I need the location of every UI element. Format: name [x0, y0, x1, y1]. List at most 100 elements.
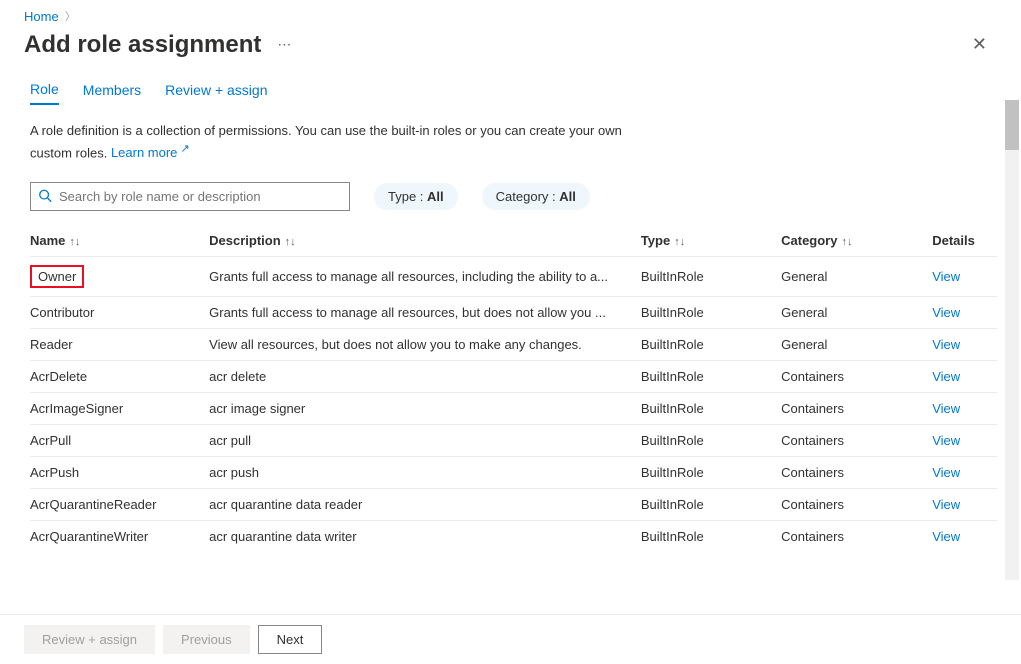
- column-header-category[interactable]: Category↑↓: [781, 225, 932, 257]
- footer-bar: Review + assign Previous Next: [0, 614, 1021, 664]
- category-filter[interactable]: Category : All: [482, 183, 590, 210]
- table-row[interactable]: ContributorGrants full access to manage …: [30, 297, 997, 329]
- role-name-cell: Owner: [30, 257, 209, 297]
- scrollbar-vertical-track: [1005, 100, 1019, 580]
- view-link[interactable]: View: [932, 465, 960, 480]
- search-box: [30, 182, 350, 211]
- role-type-cell: BuiltInRole: [641, 457, 781, 489]
- close-button[interactable]: ✕: [962, 28, 997, 61]
- table-row[interactable]: Owner Grants full access to manage all re…: [30, 257, 997, 297]
- role-type-cell: BuiltInRole: [641, 297, 781, 329]
- role-details-cell: View: [932, 425, 997, 457]
- role-description-cell: Grants full access to manage all resourc…: [209, 257, 641, 297]
- close-icon: ✕: [972, 34, 987, 54]
- table-row[interactable]: AcrImageSigner acr image signerBuiltInRol…: [30, 393, 997, 425]
- role-type-cell: BuiltInRole: [641, 257, 781, 297]
- roles-table: Name↑↓ Description↑↓ Type↑↓ Category↑↓ D…: [30, 225, 997, 552]
- role-name-cell: AcrPull: [30, 425, 209, 457]
- sort-icon: ↑↓: [285, 236, 296, 248]
- role-name-cell: AcrImageSigner: [30, 393, 209, 425]
- role-details-cell: View: [932, 489, 997, 521]
- role-description-cell: Grants full access to manage all resourc…: [209, 297, 641, 329]
- column-header-type[interactable]: Type↑↓: [641, 225, 781, 257]
- view-link[interactable]: View: [932, 305, 960, 320]
- sort-icon: ↑↓: [674, 236, 685, 248]
- role-name-cell: AcrPush: [30, 457, 209, 489]
- scrollbar-vertical-thumb[interactable]: [1005, 100, 1019, 150]
- sort-icon: ↑↓: [69, 236, 80, 248]
- view-link[interactable]: View: [932, 269, 960, 284]
- breadcrumb: Home 〉: [24, 8, 997, 24]
- view-link[interactable]: View: [932, 369, 960, 384]
- view-link[interactable]: View: [932, 529, 960, 544]
- review-assign-button[interactable]: Review + assign: [24, 625, 155, 654]
- role-name-cell: Reader: [30, 329, 209, 361]
- role-name: AcrPull: [30, 433, 71, 448]
- role-category-cell: Containers: [781, 521, 932, 553]
- view-link[interactable]: View: [932, 433, 960, 448]
- role-name: Owner: [30, 265, 84, 288]
- role-name-cell: AcrDelete: [30, 361, 209, 393]
- role-description-cell: acr image signer: [209, 393, 641, 425]
- table-row[interactable]: AcrPullacr pullBuiltInRoleContainersView: [30, 425, 997, 457]
- role-type-cell: BuiltInRole: [641, 393, 781, 425]
- table-row[interactable]: AcrPush acr pushBuiltInRoleContainersView: [30, 457, 997, 489]
- role-name: AcrQuarantineWriter: [30, 529, 148, 544]
- role-type-cell: BuiltInRole: [641, 361, 781, 393]
- role-details-cell: View: [932, 361, 997, 393]
- toolbar: Type : All Category : All: [24, 182, 997, 211]
- table-row[interactable]: Reader View all resources, but does not a…: [30, 329, 997, 361]
- role-name: Reader: [30, 337, 73, 352]
- role-description-cell: acr delete: [209, 361, 641, 393]
- tabs: Role Members Review + assign: [24, 81, 997, 105]
- previous-button[interactable]: Previous: [163, 625, 250, 654]
- role-category-cell: General: [781, 257, 932, 297]
- next-button[interactable]: Next: [258, 625, 323, 654]
- role-name-cell: AcrQuarantineReader: [30, 489, 209, 521]
- role-name: AcrImageSigner: [30, 401, 123, 416]
- role-name-cell: AcrQuarantineWriter: [30, 521, 209, 553]
- role-details-cell: View: [932, 521, 997, 553]
- role-category-cell: General: [781, 297, 932, 329]
- view-link[interactable]: View: [932, 401, 960, 416]
- role-details-cell: View: [932, 297, 997, 329]
- page-header: Add role assignment ⋯ ✕: [24, 28, 997, 61]
- role-category-cell: General: [781, 329, 932, 361]
- role-details-cell: View: [932, 329, 997, 361]
- column-header-description[interactable]: Description↑↓: [209, 225, 641, 257]
- search-input[interactable]: [30, 182, 350, 211]
- chevron-right-icon: 〉: [65, 8, 76, 24]
- role-name: AcrDelete: [30, 369, 87, 384]
- table-row[interactable]: AcrQuarantineWriter acr quarantine data w…: [30, 521, 997, 553]
- role-description-cell: acr quarantine data writer: [209, 521, 641, 553]
- role-category-cell: Containers: [781, 489, 932, 521]
- learn-more-link[interactable]: Learn more: [111, 145, 190, 160]
- view-link[interactable]: View: [932, 337, 960, 352]
- role-category-cell: Containers: [781, 393, 932, 425]
- role-type-cell: BuiltInRole: [641, 521, 781, 553]
- role-description-cell: acr pull: [209, 425, 641, 457]
- role-name: AcrPush: [30, 465, 79, 480]
- sort-icon: ↑↓: [841, 236, 852, 248]
- role-category-cell: Containers: [781, 361, 932, 393]
- type-filter[interactable]: Type : All: [374, 183, 458, 210]
- role-description-text: A role definition is a collection of per…: [24, 121, 664, 162]
- role-description-cell: View all resources, but does not allow y…: [209, 329, 641, 361]
- breadcrumb-home-link[interactable]: Home: [24, 9, 59, 24]
- column-header-details: Details: [932, 225, 997, 257]
- role-description-cell: acr quarantine data reader: [209, 489, 641, 521]
- table-row[interactable]: AcrDelete acr deleteBuiltInRoleContainers…: [30, 361, 997, 393]
- tab-role[interactable]: Role: [30, 81, 59, 105]
- tab-review-assign[interactable]: Review + assign: [165, 81, 267, 105]
- table-row[interactable]: AcrQuarantineReaderacr quarantine data r…: [30, 489, 997, 521]
- role-name-cell: Contributor: [30, 297, 209, 329]
- column-header-name[interactable]: Name↑↓: [30, 225, 209, 257]
- role-category-cell: Containers: [781, 457, 932, 489]
- more-icon[interactable]: ⋯: [273, 32, 295, 57]
- role-type-cell: BuiltInRole: [641, 329, 781, 361]
- role-description-cell: acr push: [209, 457, 641, 489]
- role-details-cell: View: [932, 257, 997, 297]
- role-type-cell: BuiltInRole: [641, 489, 781, 521]
- tab-members[interactable]: Members: [83, 81, 141, 105]
- view-link[interactable]: View: [932, 497, 960, 512]
